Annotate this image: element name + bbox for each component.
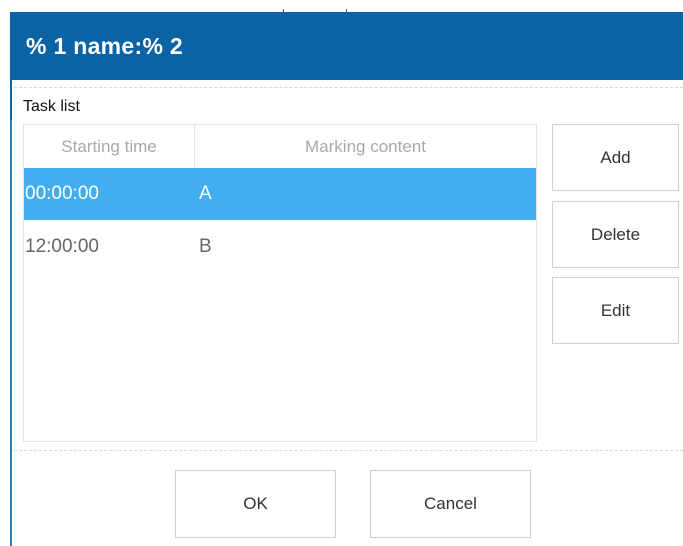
cancel-button[interactable]: Cancel [370,470,531,538]
task-table[interactable]: Starting time Marking content 00:00:00 A… [23,124,537,442]
column-header-starting-time[interactable]: Starting time [24,125,195,168]
left-border [10,80,12,546]
task-list-label: Task list [23,98,80,115]
group-separator-top [14,87,683,88]
left-border-accent [10,80,12,120]
window-title: % 1 name:% 2 [26,32,183,59]
group-separator-bottom [14,450,683,451]
delete-button[interactable]: Delete [552,201,679,268]
column-header-marking-content[interactable]: Marking content [195,125,536,168]
table-row[interactable]: 00:00:00 A [24,168,536,220]
task-list-dialog: % 1 name:% 2 Task list Starting time Mar… [0,0,683,546]
title-bar[interactable]: % 1 name:% 2 [10,12,683,80]
add-button[interactable]: Add [552,124,679,191]
table-header: Starting time Marking content [24,125,536,168]
table-row[interactable]: 12:00:00 B [24,221,536,273]
cell-starting-time: 12:00:00 [25,236,99,257]
cell-marking-content: A [199,183,212,204]
cell-starting-time: 00:00:00 [25,183,99,204]
cell-marking-content: B [199,236,212,257]
edit-button[interactable]: Edit [552,277,679,344]
ok-button[interactable]: OK [175,470,336,538]
